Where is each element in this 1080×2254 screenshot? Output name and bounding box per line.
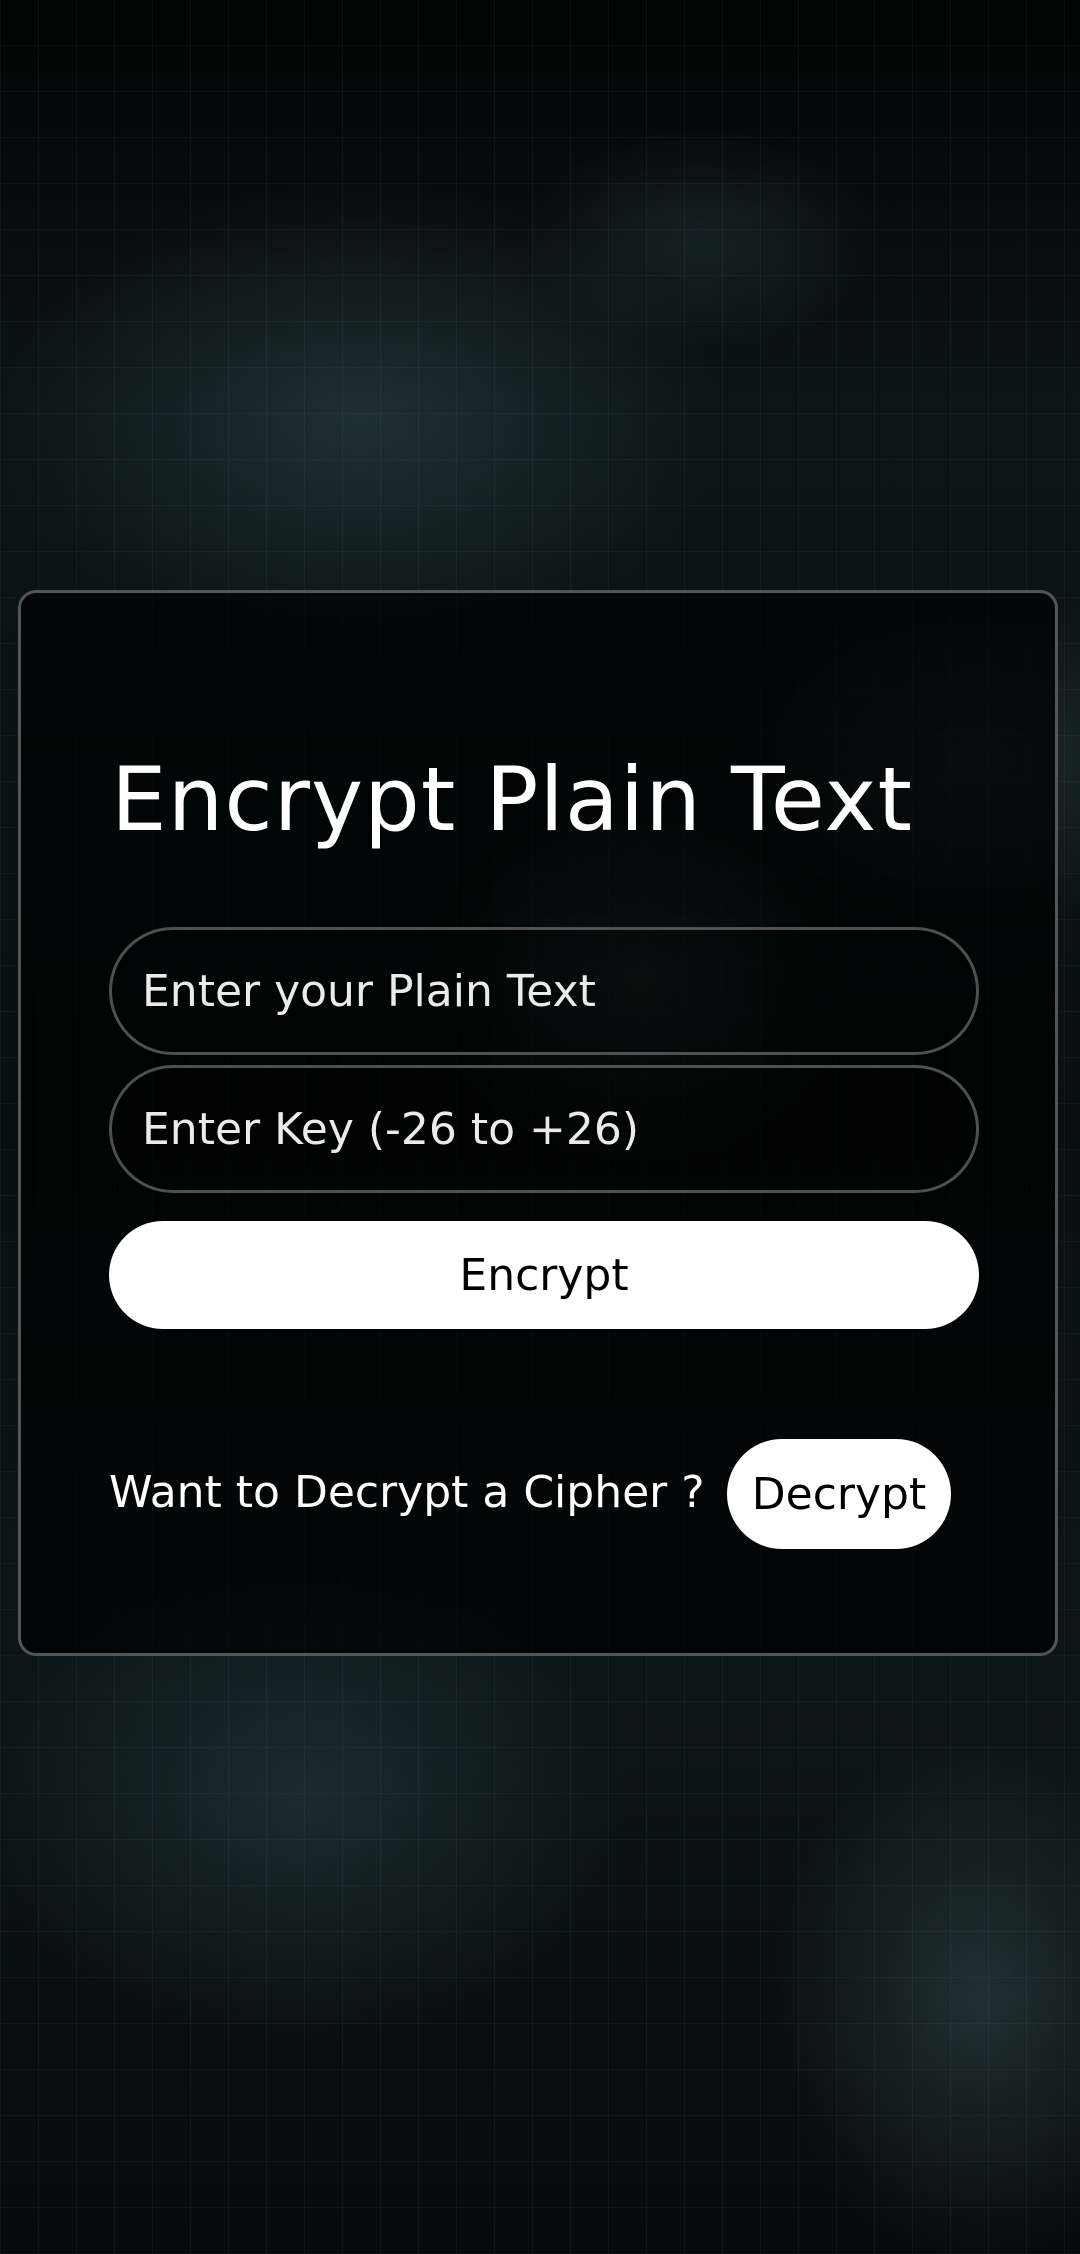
- key-input[interactable]: [109, 1065, 979, 1193]
- decrypt-prompt-text: Want to Decrypt a Cipher ?: [109, 1467, 705, 1518]
- decrypt-row: Want to Decrypt a Cipher ? Decrypt: [109, 1439, 979, 1551]
- app-screen: Encrypt Plain Text Encrypt Want to Decry…: [0, 0, 1080, 2254]
- plain-text-input[interactable]: [109, 927, 979, 1055]
- decrypt-button[interactable]: Decrypt: [727, 1439, 951, 1549]
- page-title: Encrypt Plain Text: [111, 748, 913, 851]
- encrypt-button[interactable]: Encrypt: [109, 1221, 979, 1329]
- encrypt-card: Encrypt Plain Text Encrypt Want to Decry…: [18, 590, 1058, 1656]
